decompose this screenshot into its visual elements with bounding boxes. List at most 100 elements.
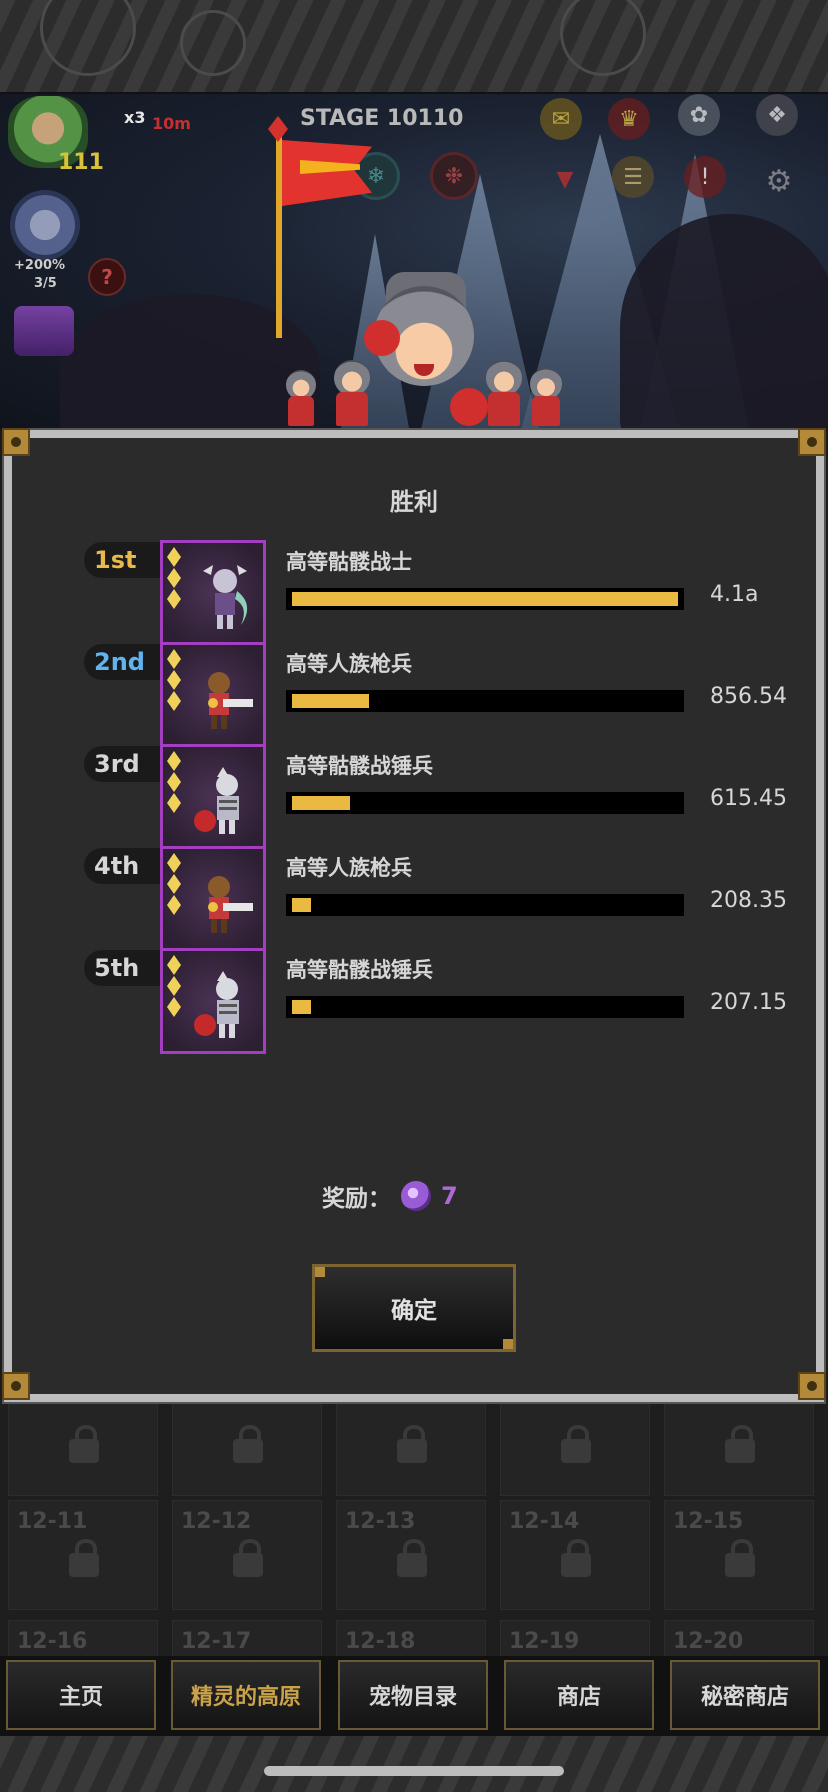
star-pip-icon <box>167 772 181 792</box>
stage-tile[interactable]: 12-11 <box>8 1500 158 1610</box>
rank-label: 1st <box>94 546 137 574</box>
bottom-nav: 主页 精灵的高原 宠物目录 商店 秘密商店 <box>0 1656 828 1736</box>
nav-pet-catalog[interactable]: 宠物目录 <box>338 1660 488 1730</box>
stage-tile-label: 12-12 <box>181 1509 252 1534</box>
hero-level: 111 <box>58 150 104 175</box>
confirm-label: 确定 <box>391 1298 437 1324</box>
alert-icon[interactable]: ! <box>684 156 726 198</box>
star-pip-icon <box>167 751 181 771</box>
star-pip-icon <box>167 895 181 915</box>
star-pip-icon <box>167 547 181 567</box>
unit-name: 高等骷髅战锤兵 <box>286 754 433 778</box>
damage-value: 615.45 <box>710 786 787 811</box>
soldier-icon <box>334 360 370 396</box>
pet-avatar[interactable] <box>10 190 80 260</box>
captain-fist <box>450 388 488 426</box>
corner-ornament <box>2 428 30 456</box>
stage-label: STAGE 10110 <box>300 106 464 131</box>
reward-row: 奖励： 7 <box>322 1176 458 1216</box>
chest-icon[interactable] <box>14 306 74 356</box>
rank-badge: 5th <box>84 950 164 986</box>
damage-bar-fill <box>292 796 350 810</box>
stage-tile[interactable]: 12-12 <box>172 1500 322 1610</box>
stage-tile[interactable]: 12-15 <box>664 1500 814 1610</box>
rock <box>620 214 828 430</box>
rank-badge: 2nd <box>84 644 164 680</box>
gem-icon <box>401 1181 431 1211</box>
corner-ornament <box>798 1372 826 1400</box>
gear-icon[interactable]: ⚙ <box>758 160 800 202</box>
damage-bar <box>286 996 684 1018</box>
help-icon[interactable]: ? <box>88 258 126 296</box>
stage-tile[interactable] <box>172 1386 322 1496</box>
ranking-row: 1st 高等骷髅战士 4.1a <box>0 540 828 650</box>
rank-label: 4th <box>94 852 140 880</box>
reward-value: 7 <box>441 1182 458 1210</box>
unit-name: 高等人族枪兵 <box>286 856 412 880</box>
decor-swirl <box>180 10 246 76</box>
stage-tile[interactable] <box>336 1386 486 1496</box>
star-pips <box>167 649 181 711</box>
unit-portrait[interactable] <box>160 846 266 952</box>
bottom-decor-band <box>0 1736 828 1792</box>
lock-icon <box>561 1539 591 1577</box>
stage-tile-label: 12-13 <box>345 1509 416 1534</box>
star-pip-icon <box>167 955 181 975</box>
stage-tile[interactable] <box>664 1386 814 1496</box>
stage-tile-label: 12-19 <box>509 1629 580 1654</box>
human-gunner-icon <box>193 663 257 735</box>
guild-icon[interactable]: ♛ <box>608 98 650 140</box>
scroll-icon[interactable]: ☰ <box>612 156 654 198</box>
confirm-button[interactable]: 确定 <box>312 1264 516 1352</box>
soldier-body <box>532 396 560 426</box>
wings-icon[interactable]: ❖ <box>756 94 798 136</box>
nav-shop[interactable]: 商店 <box>504 1660 654 1730</box>
unit-portrait[interactable] <box>160 540 266 646</box>
button-corner <box>503 1339 513 1349</box>
stage-tile-label: 12-16 <box>17 1629 88 1654</box>
star-pip-icon <box>167 589 181 609</box>
damage-bar <box>286 690 684 712</box>
home-indicator[interactable] <box>264 1766 564 1776</box>
skill-icon[interactable]: ❉ <box>430 152 478 200</box>
nav-elf-highland[interactable]: 精灵的高原 <box>171 1660 321 1730</box>
lock-icon <box>561 1425 591 1463</box>
damage-value: 4.1a <box>710 582 759 607</box>
stage-tile-label: 12-17 <box>181 1629 252 1654</box>
top-decor-band <box>0 0 828 94</box>
unit-name: 高等人族枪兵 <box>286 652 412 676</box>
bonus-fraction: 3/5 <box>34 276 57 291</box>
lock-icon <box>397 1425 427 1463</box>
unit-name: 高等骷髅战士 <box>286 550 412 574</box>
rank-badge: 3rd <box>84 746 164 782</box>
skeleton-warrior-icon <box>193 561 257 633</box>
ranking-row: 2nd 高等人族枪兵 856.54 <box>0 642 828 752</box>
soldier-body <box>336 392 368 426</box>
unit-portrait[interactable] <box>160 642 266 748</box>
rank-badge: 1st <box>84 542 164 578</box>
ranking-row: 5th 高等骷髅战锤兵 207.15 <box>0 948 828 1058</box>
damage-bar-fill <box>292 694 369 708</box>
star-pip-icon <box>167 976 181 996</box>
dropdown-arrow-icon[interactable]: ▼ <box>544 158 586 200</box>
stage-tile[interactable] <box>500 1386 650 1496</box>
nav-home[interactable]: 主页 <box>6 1660 156 1730</box>
angel-icon[interactable]: ✿ <box>678 94 720 136</box>
stage-tile[interactable] <box>8 1386 158 1496</box>
unit-portrait[interactable] <box>160 948 266 1054</box>
nav-secret-shop[interactable]: 秘密商店 <box>670 1660 820 1730</box>
stage-tile[interactable]: 12-13 <box>336 1500 486 1610</box>
reward-label: 奖励： <box>322 1186 391 1212</box>
stage-tile-label: 12-11 <box>17 1509 88 1534</box>
decor-swirl <box>560 0 646 76</box>
star-pip-icon <box>167 874 181 894</box>
soldier-body <box>488 392 520 426</box>
stage-tile-label: 12-15 <box>673 1509 744 1534</box>
stage-tile-label: 12-18 <box>345 1629 416 1654</box>
chat-icon[interactable]: ✉ <box>540 98 582 140</box>
stage-tile[interactable]: 12-14 <box>500 1500 650 1610</box>
bonus-percent: +200% <box>14 258 66 273</box>
rank-badge: 4th <box>84 848 164 884</box>
decor-swirl <box>40 0 136 76</box>
unit-portrait[interactable] <box>160 744 266 850</box>
